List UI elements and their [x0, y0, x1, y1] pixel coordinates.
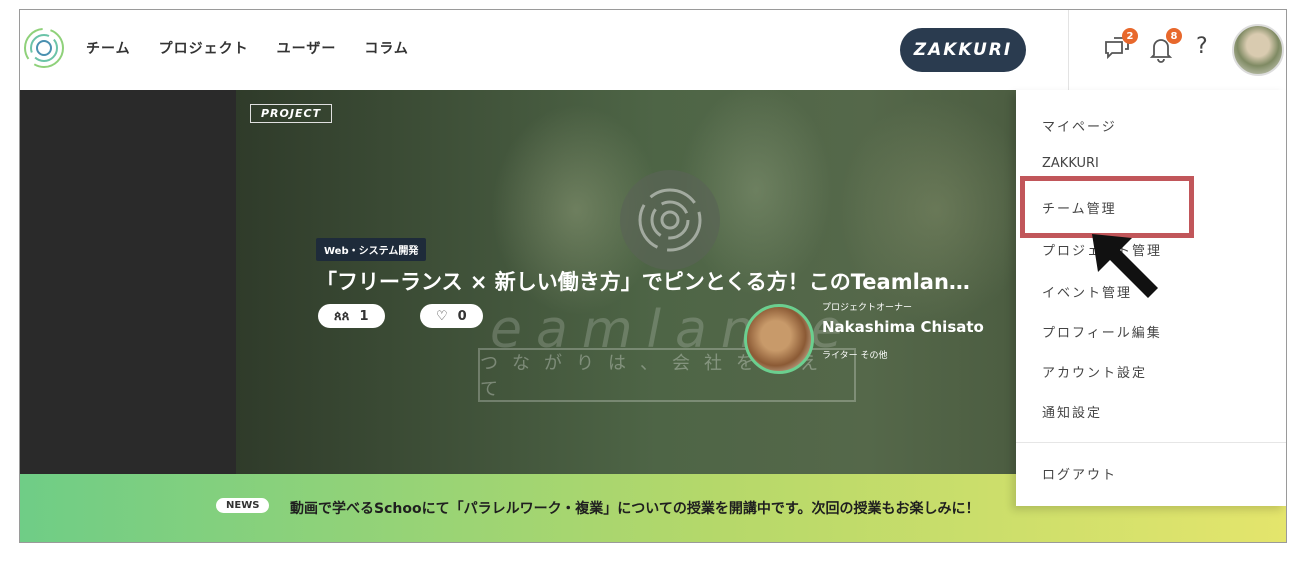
menu-item-account-settings[interactable]: アカウント設定	[1042, 362, 1147, 381]
message-badge: 2	[1122, 28, 1138, 44]
menu-divider	[1016, 442, 1286, 443]
messages-button[interactable]: 2	[1102, 28, 1138, 64]
owner-name[interactable]: Nakashima Chisato	[822, 318, 984, 336]
menu-item-zakkuri[interactable]: ZAKKURI	[1042, 156, 1099, 171]
top-header: チーム プロジェクト ユーザー コラム ZAKKURI 2 8 ?	[20, 10, 1286, 90]
news-link[interactable]: 動画で学べるSchooにて「パラレルワーク・複業」についての授業を開講中です。次…	[290, 498, 979, 518]
likes-count: 0	[457, 308, 467, 324]
nav-item-project[interactable]: プロジェクト	[159, 38, 249, 58]
menu-item-mypage[interactable]: マイページ	[1042, 116, 1117, 135]
pointer-arrow-icon	[1092, 234, 1158, 298]
page-frame: チーム プロジェクト ユーザー コラム ZAKKURI 2 8 ? PROJEC…	[19, 9, 1287, 543]
help-icon[interactable]: ?	[1196, 34, 1208, 59]
members-count: 1	[359, 308, 369, 324]
notification-badge: 8	[1166, 28, 1182, 44]
like-button[interactable]: ♡ 0	[420, 304, 483, 328]
menu-item-profile-edit[interactable]: プロフィール編集	[1042, 322, 1162, 341]
nav-item-user[interactable]: ユーザー	[277, 38, 337, 58]
main-nav: チーム プロジェクト ユーザー コラム	[86, 38, 409, 58]
nav-item-column[interactable]: コラム	[364, 38, 409, 58]
heart-icon: ♡	[436, 308, 448, 324]
category-badge[interactable]: Web・システム開発	[316, 238, 427, 261]
teamlance-logo-icon[interactable]	[22, 26, 66, 70]
members-icon: ጰጰ	[334, 308, 350, 324]
zakkuri-button[interactable]: ZAKKURI	[900, 28, 1026, 72]
menu-item-logout[interactable]: ログアウト	[1042, 464, 1117, 483]
news-badge: NEWS	[216, 498, 270, 513]
header-divider	[1068, 10, 1069, 90]
menu-item-notification-settings[interactable]: 通知設定	[1042, 402, 1102, 421]
user-avatar[interactable]	[1232, 24, 1284, 76]
owner-caption: プロジェクトオーナー	[822, 303, 913, 313]
owner-avatar[interactable]	[744, 304, 814, 374]
members-pill[interactable]: ጰጰ 1	[318, 304, 385, 328]
notifications-button[interactable]: 8	[1146, 28, 1182, 64]
project-tag: PROJECT	[250, 104, 333, 123]
project-title[interactable]: 「フリーランス × 新しい働き方」でピンとくる方！このTeamlan…	[316, 266, 996, 296]
teamlance-watermark-logo-icon	[620, 170, 720, 270]
nav-item-team[interactable]: チーム	[86, 38, 131, 58]
owner-role: ライター その他	[822, 351, 888, 361]
